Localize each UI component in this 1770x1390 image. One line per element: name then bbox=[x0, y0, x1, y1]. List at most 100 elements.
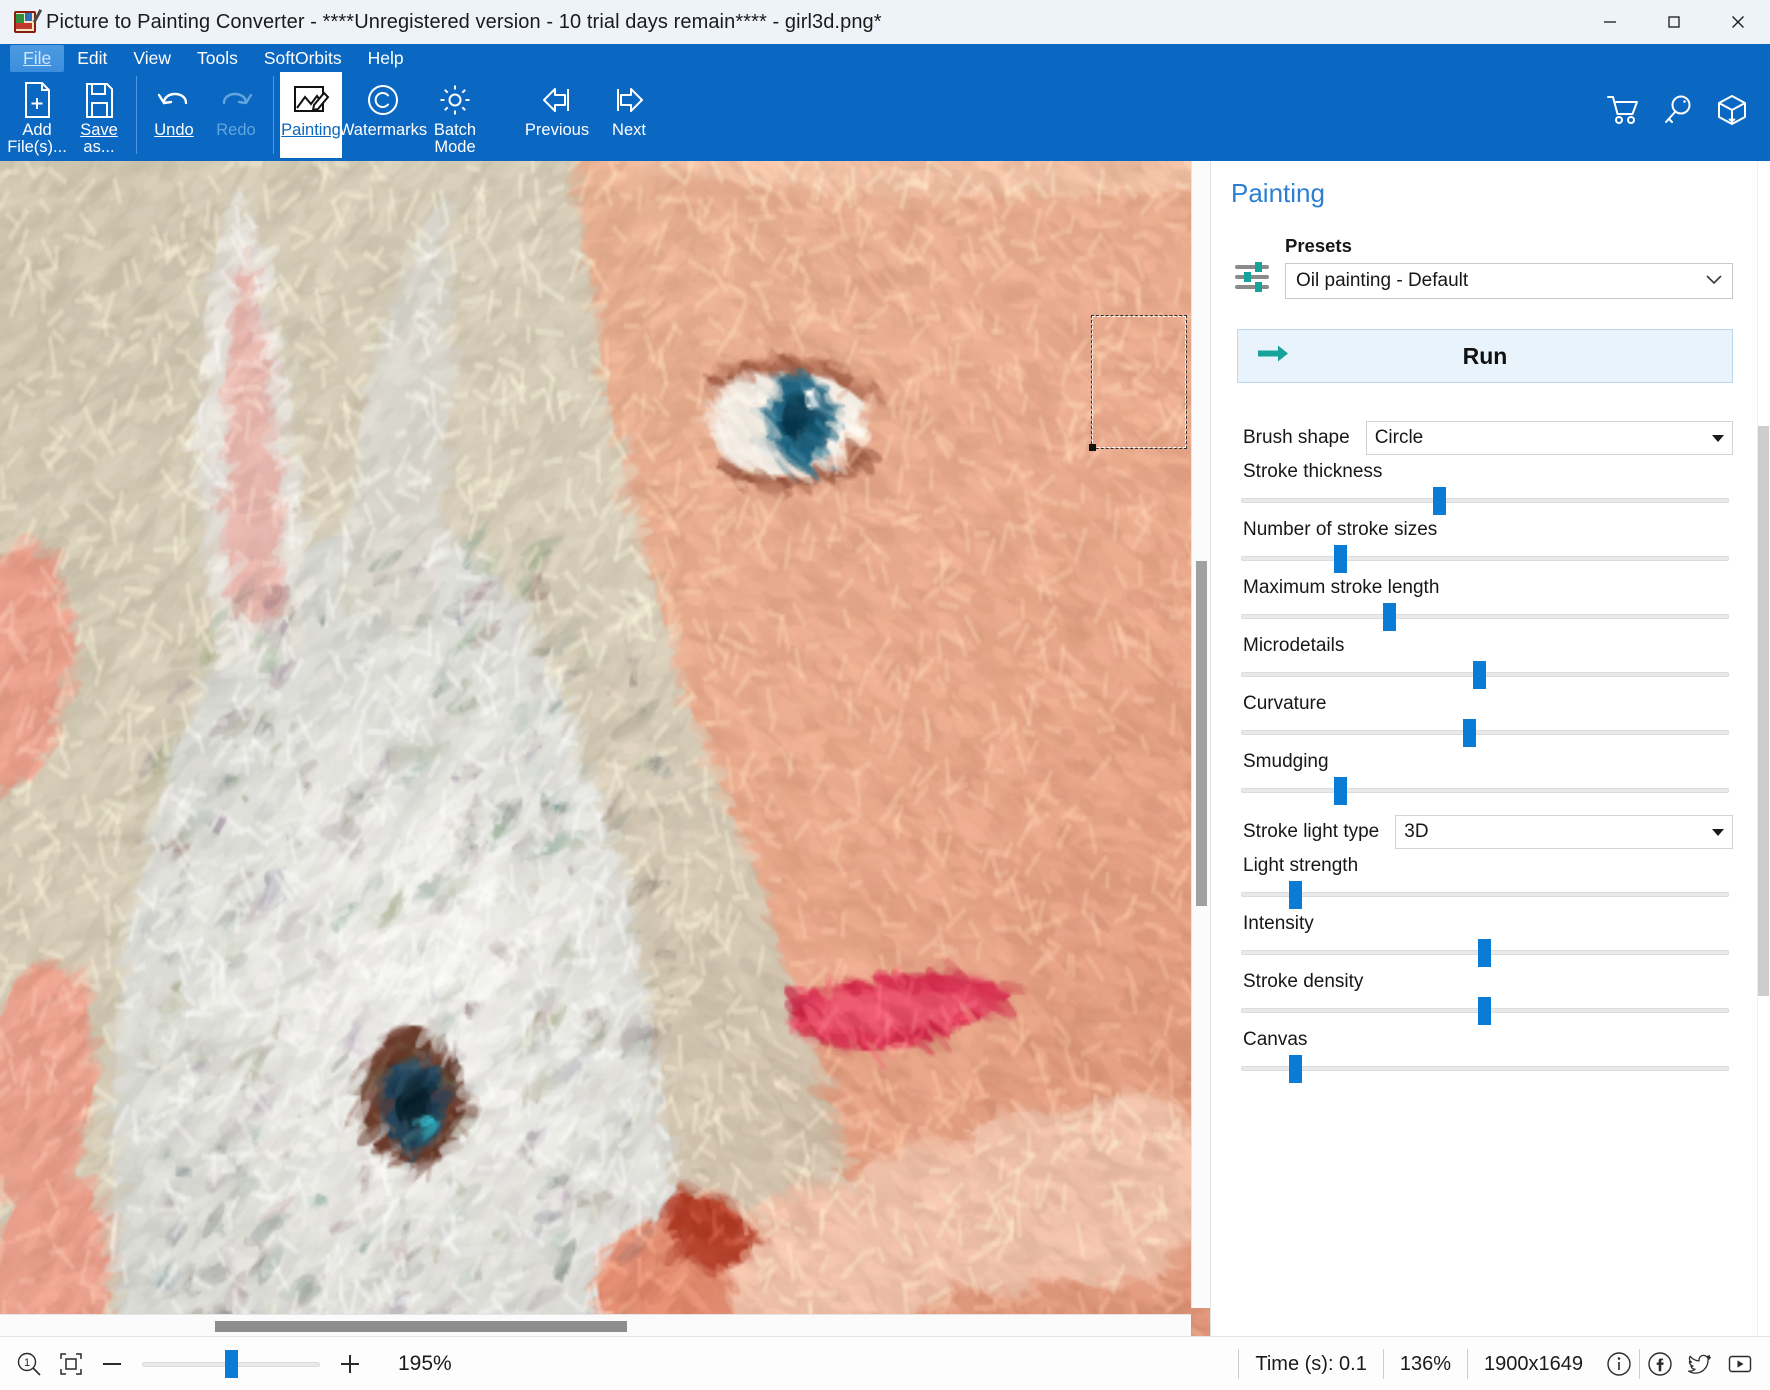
info-icon[interactable] bbox=[1599, 1344, 1639, 1384]
canvas-slider[interactable] bbox=[1235, 1053, 1733, 1083]
smudging-slider[interactable] bbox=[1235, 775, 1733, 805]
menu-file[interactable]: File bbox=[10, 45, 64, 72]
svg-text:1: 1 bbox=[24, 1357, 30, 1369]
run-arrow-icon bbox=[1256, 343, 1290, 370]
slider-thumb[interactable] bbox=[1473, 661, 1486, 689]
undo-label: Undo bbox=[154, 121, 193, 139]
add-files-button[interactable]: Add File(s)... bbox=[6, 72, 68, 158]
image-canvas-area[interactable] bbox=[0, 161, 1210, 1336]
maximum-stroke-length-label: Maximum stroke length bbox=[1235, 577, 1733, 599]
curvature-slider[interactable] bbox=[1235, 717, 1733, 747]
curvature-label: Curvature bbox=[1235, 693, 1733, 715]
title-bar: Picture to Painting Converter - ****Unre… bbox=[0, 0, 1770, 44]
brush-shape-label: Brush shape bbox=[1235, 427, 1350, 449]
slider-thumb[interactable] bbox=[1334, 545, 1347, 573]
save-as-label-1: Save bbox=[80, 121, 118, 139]
chevron-down-icon bbox=[1704, 270, 1724, 292]
panel-title: Painting bbox=[1211, 161, 1757, 209]
toolbar-divider-1 bbox=[136, 76, 137, 154]
presets-value: Oil painting - Default bbox=[1296, 270, 1704, 292]
presets-select[interactable]: Oil painting - Default bbox=[1285, 263, 1733, 299]
previous-label: Previous bbox=[525, 121, 589, 139]
slider-thumb[interactable] bbox=[1289, 881, 1302, 909]
add-files-label-1: Add bbox=[22, 121, 51, 139]
canvas-label: Canvas bbox=[1235, 1029, 1733, 1051]
add-files-label-2: File(s)... bbox=[7, 138, 67, 156]
ribbon: File Edit View Tools SoftOrbits Help Add… bbox=[0, 44, 1770, 161]
minimize-button[interactable] bbox=[1578, 0, 1642, 44]
save-as-button[interactable]: Save as... bbox=[68, 72, 130, 158]
next-button[interactable]: Next bbox=[598, 72, 660, 158]
number-of-stroke-sizes-label: Number of stroke sizes bbox=[1235, 519, 1733, 541]
slider-thumb[interactable] bbox=[1289, 1055, 1302, 1083]
twitter-icon[interactable] bbox=[1680, 1344, 1720, 1384]
zoom-in-button[interactable] bbox=[330, 1343, 370, 1385]
brush-shape-row: Brush shape Circle bbox=[1235, 421, 1733, 455]
maximize-button[interactable] bbox=[1642, 0, 1706, 44]
youtube-icon[interactable] bbox=[1720, 1344, 1760, 1384]
watermarks-button[interactable]: Watermarks bbox=[342, 72, 424, 158]
slider-thumb[interactable] bbox=[1478, 939, 1491, 967]
intensity-slider[interactable] bbox=[1235, 937, 1733, 967]
redo-arrow-icon bbox=[216, 80, 256, 120]
stroke-thickness-slider[interactable] bbox=[1235, 485, 1733, 515]
panel-scroll-thumb[interactable] bbox=[1758, 426, 1769, 996]
window-controls bbox=[1578, 0, 1770, 44]
redo-button: Redo bbox=[205, 72, 267, 158]
zoom-out-button[interactable] bbox=[92, 1343, 132, 1385]
slider-thumb[interactable] bbox=[1433, 487, 1446, 515]
painting-settings-panel: Painting Presets Oil painting - Default … bbox=[1210, 161, 1770, 1336]
status-bar-right: Time (s): 0.1 136% 1900x1649 bbox=[1238, 1337, 1760, 1390]
previous-button[interactable]: Previous bbox=[516, 72, 598, 158]
menu-view[interactable]: View bbox=[120, 45, 184, 72]
box-icon[interactable] bbox=[1716, 94, 1748, 126]
slider-thumb[interactable] bbox=[1463, 719, 1476, 747]
number-of-stroke-sizes-slider[interactable] bbox=[1235, 543, 1733, 573]
menu-edit[interactable]: Edit bbox=[64, 45, 120, 72]
menu-help[interactable]: Help bbox=[355, 45, 417, 72]
canvas-horizontal-scrollbar[interactable] bbox=[0, 1314, 1191, 1336]
stroke-light-type-label: Stroke light type bbox=[1235, 821, 1379, 843]
maximum-stroke-length-slider[interactable] bbox=[1235, 601, 1733, 631]
brush-shape-select[interactable]: Circle bbox=[1366, 421, 1733, 455]
fit-to-screen-icon[interactable] bbox=[50, 1343, 92, 1385]
slider-thumb[interactable] bbox=[1383, 603, 1396, 631]
canvas-horizontal-scroll-thumb[interactable] bbox=[215, 1321, 627, 1332]
zoom-slider-thumb[interactable] bbox=[225, 1350, 238, 1378]
zoom-slider[interactable] bbox=[138, 1343, 324, 1385]
undo-button[interactable]: Undo bbox=[143, 72, 205, 158]
next-arrow-icon bbox=[611, 80, 647, 120]
cart-icon[interactable] bbox=[1606, 94, 1640, 126]
redo-label: Redo bbox=[216, 121, 255, 139]
microdetails-slider[interactable] bbox=[1235, 659, 1733, 689]
canvas-vertical-scrollbar[interactable] bbox=[1191, 161, 1210, 1308]
painting-preview-image bbox=[0, 161, 1210, 1336]
slider-thumb[interactable] bbox=[1478, 997, 1491, 1025]
stroke-light-type-value: 3D bbox=[1404, 821, 1712, 843]
light-strength-slider[interactable] bbox=[1235, 879, 1733, 909]
canvas-vertical-scroll-thumb[interactable] bbox=[1196, 561, 1207, 906]
batch-mode-button[interactable]: Batch Mode bbox=[424, 72, 486, 158]
panel-vertical-scrollbar[interactable] bbox=[1757, 161, 1770, 1336]
smudging-control: Smudging bbox=[1235, 751, 1733, 805]
stroke-thickness-control: Stroke thickness bbox=[1235, 461, 1733, 515]
menu-softorbits[interactable]: SoftOrbits bbox=[251, 45, 355, 72]
copyright-icon bbox=[365, 80, 401, 120]
run-button[interactable]: Run bbox=[1237, 329, 1733, 383]
curvature-control: Curvature bbox=[1235, 693, 1733, 747]
painting-icon bbox=[292, 80, 330, 120]
painting-controls: Brush shape Circle Stroke thickness Numb… bbox=[1211, 383, 1757, 1083]
close-button[interactable] bbox=[1706, 0, 1770, 44]
key-icon[interactable] bbox=[1662, 94, 1694, 126]
zoom-percent-label: 195% bbox=[398, 1352, 452, 1376]
toolbar-divider-2 bbox=[273, 76, 274, 154]
slider-thumb[interactable] bbox=[1334, 777, 1347, 805]
facebook-icon[interactable] bbox=[1640, 1344, 1680, 1384]
stroke-light-type-select[interactable]: 3D bbox=[1395, 815, 1733, 849]
menu-tools[interactable]: Tools bbox=[184, 45, 251, 72]
batch-mode-label-1: Batch bbox=[434, 121, 476, 139]
zoom-actual-size-icon[interactable]: 1 bbox=[8, 1343, 50, 1385]
painting-button[interactable]: Painting bbox=[280, 72, 342, 158]
stroke-density-slider[interactable] bbox=[1235, 995, 1733, 1025]
menu-tools-label: Tools bbox=[197, 48, 238, 68]
